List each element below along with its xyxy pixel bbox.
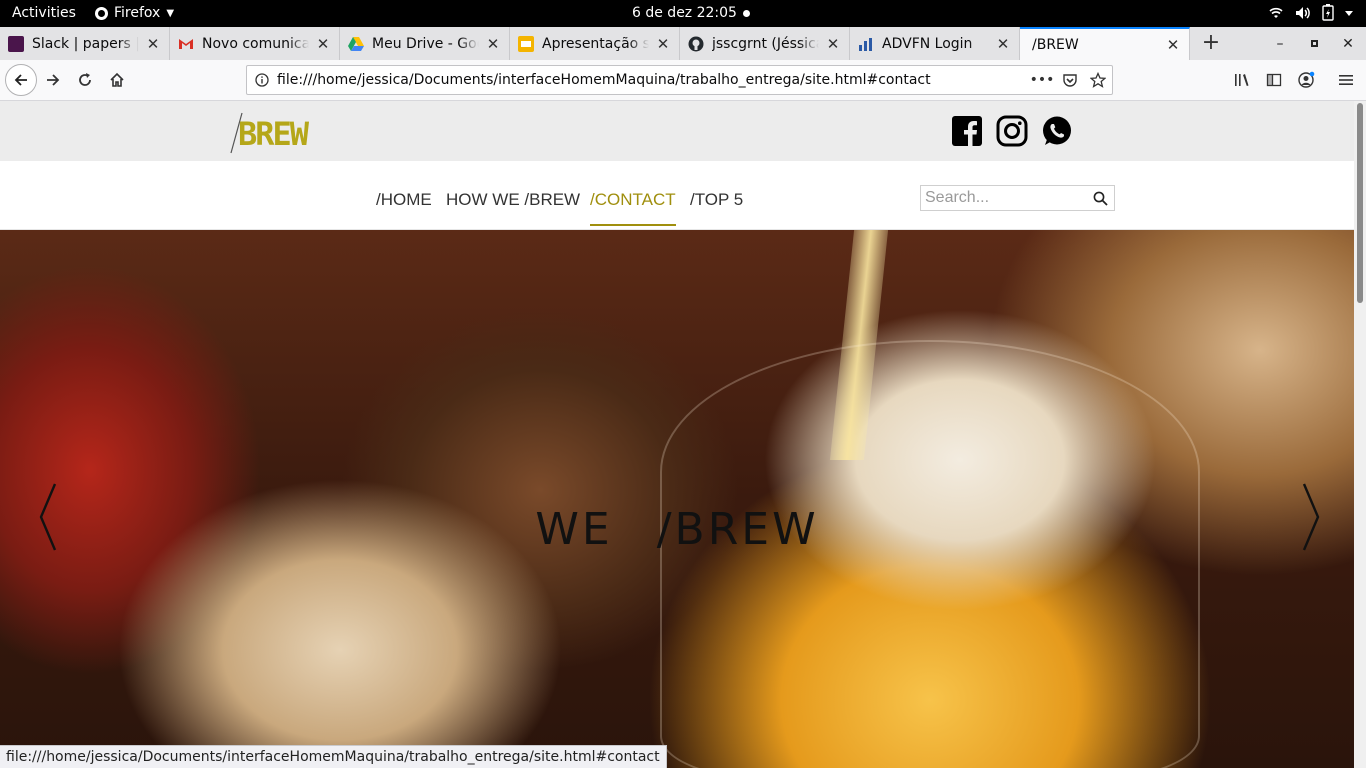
library-icon[interactable] <box>1230 68 1254 92</box>
instagram-icon[interactable] <box>996 115 1028 147</box>
tab-github[interactable]: jsscgrnt (Jéssica ✕ <box>680 27 850 60</box>
hero-slogan: WE/BREW <box>0 504 1354 555</box>
github-icon <box>688 36 704 52</box>
site-header: BREW <box>0 101 1354 161</box>
tab-title: ADVFN Login <box>882 35 989 52</box>
tab-slack[interactable]: Slack | papers | C ✕ <box>0 27 170 60</box>
forward-button[interactable] <box>38 65 68 95</box>
site-nav: /HOME HOW WE /BREW /CONTACT /TOP 5 <box>0 161 1354 230</box>
sidebar-icon[interactable] <box>1262 68 1286 92</box>
google-drive-icon <box>348 36 364 52</box>
tab-title: jsscgrnt (Jéssica <box>712 35 819 52</box>
arrow-left-icon <box>14 74 27 86</box>
app-name: Firefox <box>114 5 161 21</box>
close-icon[interactable]: ✕ <box>825 35 841 53</box>
firefox-app-icon <box>95 6 108 20</box>
logo-text: BREW <box>238 115 309 153</box>
advfn-icon <box>858 36 874 52</box>
tab-title: Apresentação se <box>542 35 649 52</box>
tab-google-drive[interactable]: Meu Drive - Goo ✕ <box>340 27 510 60</box>
chevron-down-icon: ▼ <box>166 7 175 19</box>
hero-carousel: WE/BREW <box>0 230 1354 768</box>
bookmark-star-icon[interactable] <box>1084 72 1112 88</box>
close-icon[interactable]: ✕ <box>1165 36 1181 54</box>
carousel-next-icon[interactable] <box>1296 480 1326 554</box>
close-icon[interactable]: ✕ <box>995 35 1011 53</box>
nav-top-5[interactable]: /TOP 5 <box>690 190 743 210</box>
tab-advfn[interactable]: ADVFN Login ✕ <box>850 27 1020 60</box>
url-text[interactable]: file:///home/jessica/Documents/interface… <box>277 72 1028 88</box>
arrow-right-icon <box>47 74 60 86</box>
chevron-down-icon <box>1345 10 1353 16</box>
tab-title: Novo comunicad <box>202 35 309 52</box>
tab-title: /BREW <box>1032 36 1159 53</box>
scrollbar-thumb[interactable] <box>1357 103 1363 303</box>
close-window-button[interactable]: ✕ <box>1331 27 1365 60</box>
brew-logo[interactable]: BREW <box>230 111 320 155</box>
new-tab-button[interactable]: + <box>1198 30 1224 56</box>
tab-strip: Slack | papers | C ✕ Novo comunicad ✕ Me… <box>0 27 1366 60</box>
close-icon[interactable]: ✕ <box>655 35 671 53</box>
google-slides-icon <box>518 35 534 52</box>
slogan-we: WE <box>535 504 613 555</box>
close-icon[interactable]: ✕ <box>315 35 331 53</box>
pocket-icon[interactable] <box>1056 72 1084 88</box>
tab-gmail[interactable]: Novo comunicad ✕ <box>170 27 340 60</box>
info-icon[interactable] <box>247 73 277 87</box>
home-button[interactable] <box>102 65 132 95</box>
app-menu[interactable]: Firefox ▼ <box>95 5 174 21</box>
search-icon[interactable] <box>1086 186 1114 210</box>
search-box <box>920 185 1115 211</box>
slack-icon <box>8 35 24 52</box>
search-input[interactable] <box>921 187 1086 209</box>
system-tray[interactable] <box>1268 4 1354 21</box>
page-actions-icon[interactable]: ••• <box>1028 72 1056 88</box>
minimize-button[interactable]: – <box>1263 27 1297 60</box>
battery-icon <box>1322 4 1334 21</box>
url-bar[interactable]: file:///home/jessica/Documents/interface… <box>246 65 1113 95</box>
notification-dot-icon <box>742 9 750 17</box>
tab-title: Meu Drive - Goo <box>372 35 479 52</box>
wifi-icon <box>1269 7 1283 18</box>
volume-icon <box>1296 6 1310 19</box>
tab-brew[interactable]: /BREW ✕ <box>1020 27 1190 60</box>
system-top-bar: Activities Firefox ▼ 6 de dez 22:05 <box>0 0 1366 27</box>
nav-contact[interactable]: /CONTACT <box>590 190 676 226</box>
tab-google-slides[interactable]: Apresentação se ✕ <box>510 27 680 60</box>
tab-title: Slack | papers | C <box>32 35 139 52</box>
maximize-button[interactable] <box>1297 27 1331 60</box>
activities-button[interactable]: Activities <box>12 5 76 21</box>
hamburger-menu-icon[interactable] <box>1334 68 1358 92</box>
slogan-brew: /BREW <box>656 504 819 555</box>
home-icon <box>110 72 124 87</box>
clock[interactable]: 6 de dez 22:05 <box>632 5 750 21</box>
status-bar: file:///home/jessica/Documents/interface… <box>0 745 667 768</box>
back-button[interactable] <box>5 64 37 96</box>
close-icon[interactable]: ✕ <box>145 35 161 53</box>
gmail-icon <box>178 36 194 52</box>
reload-icon <box>79 73 91 86</box>
whatsapp-icon[interactable] <box>1041 115 1073 147</box>
facebook-icon[interactable] <box>951 115 983 147</box>
nav-toolbar: file:///home/jessica/Documents/interface… <box>0 60 1366 101</box>
account-icon[interactable] <box>1294 68 1318 92</box>
page-scrollbar[interactable] <box>1354 101 1366 768</box>
web-page: BREW /HOME HOW WE /BREW /CONTACT /TOP 5 <box>0 101 1354 768</box>
nav-home[interactable]: /HOME <box>376 190 432 210</box>
carousel-prev-icon[interactable] <box>33 480 63 554</box>
nav-how-we-brew[interactable]: HOW WE /BREW <box>446 190 580 210</box>
close-icon[interactable]: ✕ <box>485 35 501 53</box>
reload-button[interactable] <box>70 65 100 95</box>
clock-text: 6 de dez 22:05 <box>632 5 737 21</box>
